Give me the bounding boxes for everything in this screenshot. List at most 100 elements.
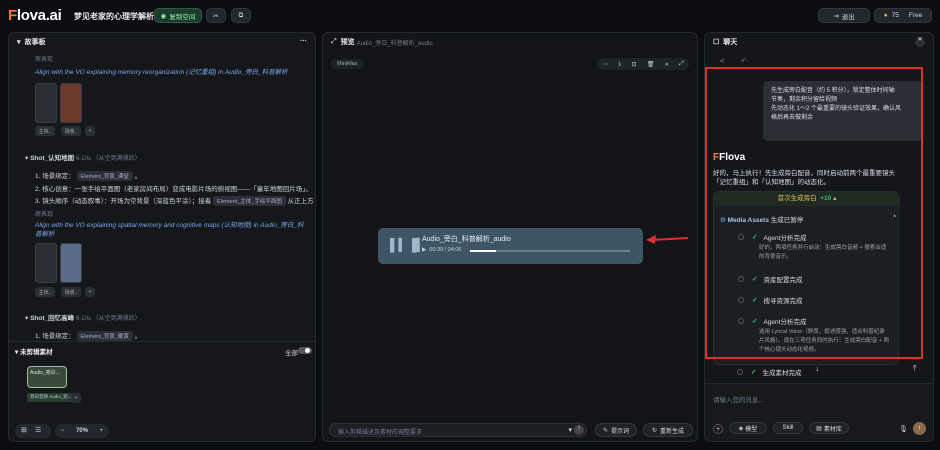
coin-icon: ●	[883, 12, 888, 19]
step-detail: 好的，两項任务并行启动：生成旁白音频 + 搜索合适 的背景音乐。	[759, 245, 887, 260]
add-chip-button[interactable]: +	[85, 287, 95, 297]
shot-header[interactable]: ▾ Shot_回忆高峰 6-10s （从空到满铺后）	[25, 312, 141, 322]
zoom-out-icon: −	[60, 428, 65, 434]
add-material-button[interactable]: +	[71, 393, 81, 403]
undo-icon[interactable]: ↶	[741, 57, 747, 65]
shot-item: 3. 镜头顺序（动态叙事）：开场为空背景（深蓝色平涂）；接着 Element_主…	[35, 196, 314, 206]
credits-badge[interactable]: ● 75 Free	[874, 8, 932, 23]
assets-button[interactable]: ▤ 素材库	[809, 422, 849, 434]
add-chip-button[interactable]: +	[85, 126, 95, 136]
preview-toolbar: ⋯ ⤓ ⊡ 🗑 ⋄ ⤢	[597, 58, 689, 70]
bot-message: 好的，马上执行！先生成旁白配音，同时启动前两个最重要镜头 「记忆重组」和「认知地图…	[713, 170, 895, 186]
gear-icon: ⚙	[720, 217, 726, 224]
project-title[interactable]: 梦见老家的心理学解析	[74, 11, 154, 22]
chat-header: ☐ 聊天 ×	[705, 33, 933, 51]
shot-thumbnail[interactable]	[35, 243, 57, 283]
top-bar: Flova.ai 梦见老家的心理学解析 ◉ 复制空间 ✂ ⧉ ⇥ 退出 ● 75 Fre…	[0, 0, 940, 30]
chip[interactable]: 场景..	[61, 287, 81, 297]
exit-button[interactable]: ⇥ 退出	[818, 8, 870, 23]
share-icon[interactable]: ⋄	[665, 61, 669, 68]
shot-item: 1. 场景绑定： Element_背景_暖黄 。	[35, 331, 142, 341]
preview-panel: ⤢ 预览 Audio_旁白_科普解析_audio MiniMax ⋯ ⤓ ⊡ 🗑 ⋄ ⤢ ▌…	[322, 32, 698, 442]
shot-block-3: 原表现 Align with the VO explaining spatial…	[35, 212, 304, 238]
send-button[interactable]: ↑	[913, 422, 926, 435]
scissors-button[interactable]: ✂	[206, 8, 226, 23]
edit-icon: ✎	[602, 427, 608, 434]
audio-player[interactable]: ▌▍▐▍ Audio_旁白_科普解析_audio ▶ 00:39 / 04:06	[378, 228, 643, 264]
expand-icon: ⤢	[331, 38, 337, 45]
preview-input[interactable]: 输入剪辑描述及素材的调整要求 ▾ ↑	[329, 423, 587, 437]
zoom-control[interactable]: − 70% +	[55, 424, 109, 438]
scroll-down-icon[interactable]: ↓	[815, 364, 819, 373]
shot-block-1: 原表现 Align with the VO explaining memory …	[35, 54, 315, 76]
audio-progress[interactable]	[470, 250, 630, 252]
scroll-top-icon[interactable]: ⤒	[913, 364, 917, 374]
shot-item: 1. 场景绑定： Element_背景_课堂 。	[35, 171, 142, 181]
save-icon[interactable]: ⊡	[632, 61, 637, 68]
chip[interactable]: 主体..	[35, 287, 55, 297]
grid-icon: ⊞	[21, 427, 27, 434]
assets-header[interactable]: ⚙ Media Assets 生成已暂停 ^	[720, 214, 896, 224]
play-icon[interactable]: ▶	[422, 247, 426, 253]
user-message: 先生成旁白配音（约 5 积分），锁定整体时间轴 节奏，剩余积分留给视频 先动态化 1…	[763, 81, 923, 141]
task-label: 首次生成旁白 +10 ▴	[714, 192, 900, 206]
microphone-icon[interactable]: 🎙	[899, 425, 908, 433]
status-dot-icon	[738, 318, 744, 324]
regenerate-button[interactable]: ↻ 重新生成	[643, 423, 693, 437]
material-card[interactable]: Audio_旁白...	[27, 366, 67, 388]
zoom-level: 70%	[75, 428, 88, 434]
chat-input[interactable]: 请输入您的讯息...	[713, 394, 764, 404]
copy-icon: ⧉	[238, 11, 244, 19]
more-icon[interactable]: ⋯	[602, 61, 608, 68]
scissors-icon: ✂	[213, 12, 219, 20]
status-dot-icon	[738, 234, 744, 240]
shot-note: Align with the VO explaining memory reor…	[35, 69, 288, 76]
model-button[interactable]: ◈ 模型	[729, 422, 767, 434]
shot-thumbnail[interactable]	[60, 243, 82, 283]
materials-header[interactable]: ▾ 未剪辑素材	[15, 346, 53, 356]
folder-icon: ▤	[816, 425, 822, 432]
shot-thumbnail[interactable]	[35, 83, 57, 123]
audio-controls: ▶ 00:39 / 04:06	[422, 247, 462, 253]
share-button[interactable]: ◉ 复制空间	[154, 8, 202, 23]
whatsapp-icon: ◉	[160, 12, 167, 20]
annotation-arrow-icon	[646, 235, 689, 244]
step-item: ✓ Agent分析完成	[738, 316, 806, 326]
list-icon: ☰	[35, 427, 42, 434]
audio-title: Audio_旁白_科普解析_audio	[422, 236, 511, 243]
chip[interactable]: 场景..	[61, 126, 81, 136]
dropdown-icon: ▾	[568, 427, 572, 434]
more-icon[interactable]: ···	[300, 38, 307, 45]
share-icon[interactable]: ⋖	[719, 57, 725, 65]
app-logo[interactable]: Flova.ai	[8, 7, 62, 24]
close-icon[interactable]: ×	[915, 37, 925, 47]
show-all-toggle[interactable]	[298, 347, 312, 354]
copy-button[interactable]: ⧉	[231, 8, 251, 23]
add-icon[interactable]: +	[713, 424, 723, 434]
skill-button[interactable]: Skill	[773, 422, 803, 434]
bot-name: FFlova	[713, 152, 746, 163]
collapse-icon[interactable]: ▾	[17, 38, 21, 46]
task-card: 首次生成旁白 +10 ▴ ⚙ Media Assets 生成已暂停 ^ ✓ Agen…	[713, 191, 900, 365]
shot-thumbnail[interactable]	[60, 83, 82, 123]
download-icon[interactable]: ⤓	[619, 61, 622, 68]
step-detail: 选用 Lyrical Voice（舒厚，叙述感强，适合科普纪录 片风格）。现在三项…	[759, 329, 890, 353]
status-dot-icon	[738, 276, 744, 282]
chat-panel: ☐ 聊天 × ⋖ ↶ 先生成旁白配音（约 5 积分），锁定整体时间轴 节奏，剩余积分留…	[704, 32, 934, 442]
send-icon: ↑	[574, 425, 584, 435]
step-item: ✓ 生成素材完成	[737, 367, 801, 377]
shot-header[interactable]: ▾ Shot_认知地图 6-10s （从空到满铺后）	[25, 152, 141, 162]
waveform-icon: ▌▍▐▍	[390, 238, 426, 252]
zoom-in-icon: +	[99, 428, 104, 434]
expand-icon[interactable]: ⤢	[679, 61, 684, 68]
status-dot-icon	[737, 369, 743, 375]
step-item: ✓ Agent分析完成	[738, 232, 806, 242]
step-item: ✓ 搜寻资源完成	[738, 295, 802, 305]
view-toggle[interactable]: ⊞ ☰	[15, 424, 51, 438]
prompt-button[interactable]: ✎ 提示词	[595, 423, 637, 437]
delete-icon[interactable]: 🗑	[647, 61, 655, 68]
materials-section: ▾ 未剪辑素材 全部 Audio_旁白... 旁白音频 Audio_旁... +…	[9, 341, 315, 441]
check-icon: ✓	[752, 276, 758, 283]
exit-icon: ⇥	[833, 12, 839, 20]
chip[interactable]: 主体..	[35, 126, 55, 136]
